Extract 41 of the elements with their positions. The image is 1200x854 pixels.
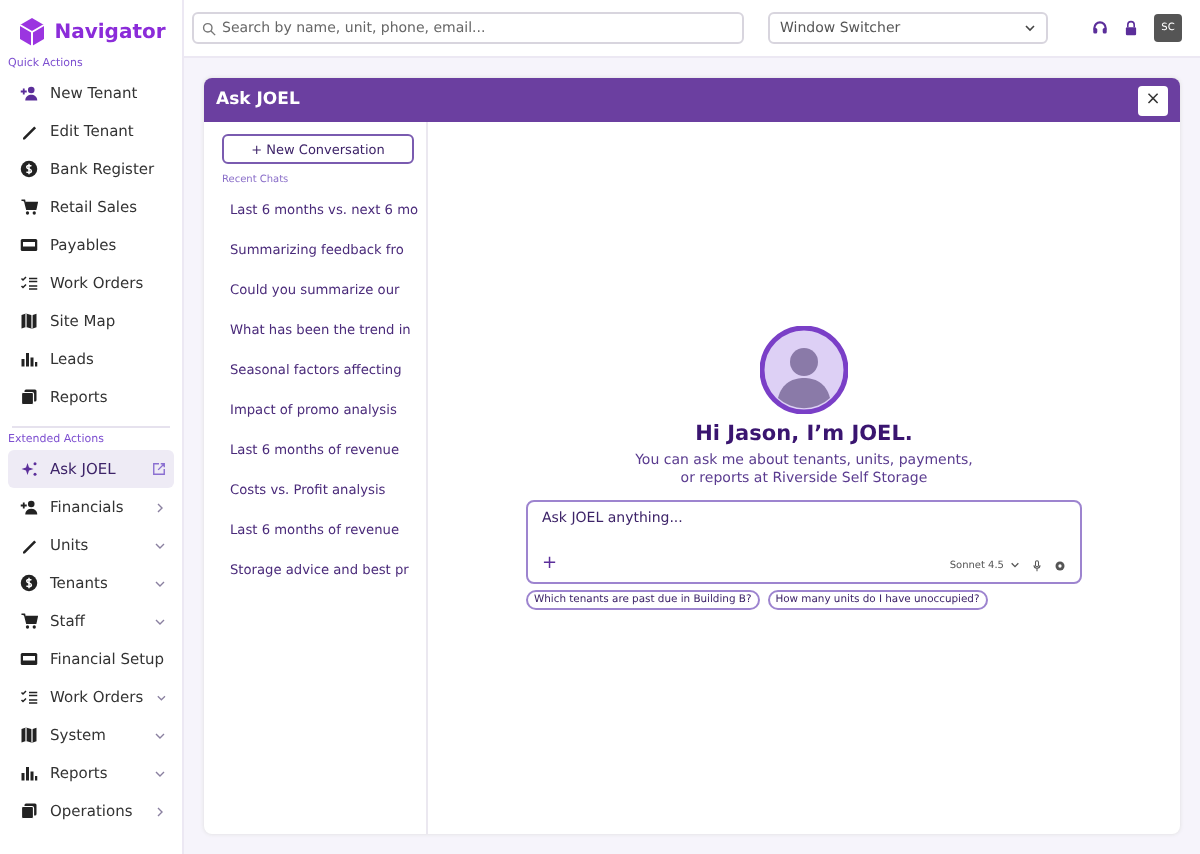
card-icon: [20, 236, 38, 254]
chevron-down-icon: [1010, 560, 1020, 570]
chevron-down-icon[interactable]: [154, 767, 166, 779]
brand-name: Navigator: [54, 21, 166, 43]
search-icon: [202, 21, 216, 35]
microphone-icon[interactable]: [1032, 559, 1042, 571]
checklist-icon: [20, 274, 38, 292]
person-add-icon: [20, 498, 38, 516]
documents-icon: [20, 802, 38, 820]
chevron-down-icon[interactable]: [154, 615, 166, 627]
chevron-down-icon: [1024, 22, 1036, 34]
bar-chart-icon: [20, 350, 38, 368]
chevron-right-icon[interactable]: [154, 501, 166, 513]
checklist-icon: [20, 688, 38, 706]
dollar-circle-icon: [20, 574, 38, 592]
chevron-down-icon[interactable]: [155, 691, 166, 703]
greeting-heading: Hi Jason, I’m JOEL.: [695, 422, 913, 446]
external-link-icon[interactable]: [152, 462, 166, 476]
close-button[interactable]: ×: [1138, 85, 1168, 115]
attach-button[interactable]: +: [542, 556, 558, 574]
chevron-down-icon[interactable]: [154, 729, 166, 741]
card-icon: [20, 650, 38, 668]
sparkle-icon: [20, 460, 38, 478]
pencil-icon: [20, 122, 38, 140]
headset-icon[interactable]: [1092, 20, 1108, 36]
pencil-icon: [20, 536, 38, 554]
cart-icon: [20, 612, 38, 630]
cube-logo-icon: [16, 16, 49, 48]
documents-icon: [20, 388, 38, 406]
map-icon: [20, 312, 38, 330]
avatar-silhouette-icon: [760, 326, 848, 414]
chevron-down-icon[interactable]: [154, 539, 166, 551]
bar-chart-icon: [20, 764, 38, 782]
chevron-right-icon[interactable]: [154, 805, 166, 817]
cart-icon: [20, 198, 38, 216]
dollar-circle-icon: [20, 160, 38, 178]
chevron-down-icon[interactable]: [154, 577, 166, 589]
person-add-icon: [20, 84, 38, 102]
lock-icon[interactable]: [1124, 20, 1138, 36]
map-icon: [20, 726, 38, 744]
panel-title: Ask JOEL: [216, 90, 300, 110]
